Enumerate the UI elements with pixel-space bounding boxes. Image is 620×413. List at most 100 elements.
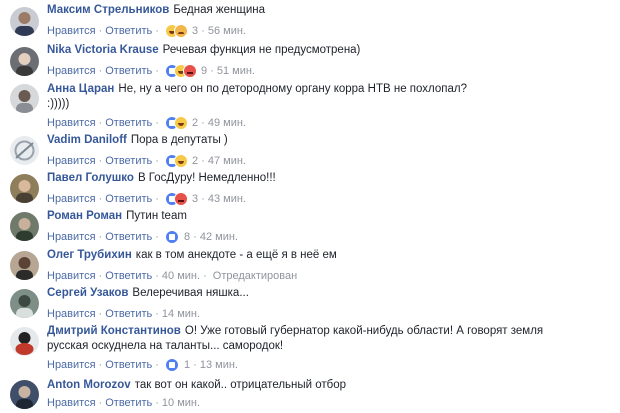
like-link[interactable]: Нравится [47, 117, 96, 129]
reply-link[interactable]: Ответить [105, 308, 152, 320]
comment-actions: Нравится · Ответить · 3 · 56 мин. [47, 24, 246, 38]
comment-time[interactable]: 40 мин. [162, 270, 200, 282]
comment-actions: Нравится · Ответить · 40 мин. · Отредактирова… [47, 270, 298, 282]
comment-actions: Нравится · Ответить · 9 · 51 мин. [47, 64, 255, 78]
reply-link[interactable]: Ответить [105, 397, 152, 409]
comment-text-line: Сергей Узаков Велеречивая няшка... [47, 286, 612, 301]
comment-text: Путин team [126, 210, 187, 222]
angry-reaction-icon [173, 192, 188, 206]
like-link[interactable]: Нравится [47, 193, 96, 205]
comment-text-line: Дмитрий Константинов О! Уже готовый губер… [47, 324, 567, 354]
comment-text-line: Анна Царан Не, ну а чего он по детородном… [47, 82, 612, 97]
reactions-summary[interactable] [164, 64, 197, 78]
comment-time[interactable]: 10 мин. [162, 397, 200, 409]
avatar[interactable] [10, 136, 39, 165]
reactions-summary[interactable] [164, 230, 179, 244]
reaction-count: 1 [184, 359, 191, 371]
comment-actions: Нравится · Ответить · 3 · 43 мин. [47, 192, 246, 206]
comment-text-line: Vadim Daniloff Пора в депутаты ) [47, 133, 612, 148]
comment-text: Велеречивая няшка... [132, 287, 249, 299]
comment-actions: Нравится · Ответить · 2 · 47 мин. [47, 154, 246, 168]
comment-author[interactable]: Сергей Узаков [47, 287, 128, 299]
reply-link[interactable]: Ответить [105, 270, 152, 282]
comment-text-line: Максим Стрельников Бедная женщина [47, 3, 612, 18]
reaction-count: 2 [192, 155, 199, 167]
comment-actions: Нравится · Ответить · 10 мин. [47, 397, 201, 409]
comment-text-line: Anton Morozov так вот он какой.. отрицате… [47, 378, 612, 393]
comment-actions: Нравится · Ответить · 8 · 42 мин. [47, 230, 238, 244]
avatar[interactable] [10, 174, 39, 203]
comment-text: Пора в депутаты ) [130, 134, 228, 146]
reactions-summary[interactable] [164, 24, 188, 38]
reaction-count: 8 [184, 231, 191, 243]
reaction-count: 3 [192, 25, 199, 37]
reply-link[interactable]: Ответить [105, 359, 152, 371]
comment-time[interactable]: 43 мин. [208, 193, 246, 205]
comment-author[interactable]: Максим Стрельников [47, 4, 169, 16]
reaction-count: 3 [192, 193, 199, 205]
comment-author[interactable]: Anton Morozov [47, 379, 131, 391]
edited-label[interactable]: Отредактирован [213, 270, 297, 282]
comment-time[interactable]: 56 мин. [208, 25, 246, 37]
comment-time[interactable]: 14 мин. [162, 308, 200, 320]
comment-author[interactable]: Павел Голушко [47, 172, 134, 184]
comment-text: Речевая функция не предусмотрена) [162, 44, 361, 56]
comment-author[interactable]: Vadim Daniloff [47, 134, 127, 146]
haha-reaction-icon [173, 116, 188, 130]
avatar[interactable] [10, 380, 39, 409]
comment-actions: Нравится · Ответить · 1 · 13 мин. [47, 358, 238, 372]
comment-author[interactable]: Nika Victoria Krause [47, 44, 159, 56]
comment-author[interactable]: Олег Трубихин [47, 249, 132, 261]
like-link[interactable]: Нравится [47, 270, 96, 282]
comment-actions: Нравится · Ответить · 14 мин. [47, 308, 201, 320]
avatar[interactable] [10, 289, 39, 318]
reactions-summary[interactable] [164, 192, 188, 206]
avatar[interactable] [10, 212, 39, 241]
avatar[interactable] [10, 47, 39, 76]
reply-link[interactable]: Ответить [105, 193, 152, 205]
reply-link[interactable]: Ответить [105, 231, 152, 243]
comment-actions: Нравится · Ответить · 2 · 49 мин. [47, 116, 246, 130]
reactions-summary[interactable] [164, 116, 188, 130]
sad-reaction-icon [173, 24, 188, 38]
avatar[interactable] [10, 7, 39, 36]
haha-reaction-icon [173, 154, 188, 168]
avatar[interactable] [10, 327, 39, 356]
comment-time[interactable]: 51 мин. [217, 65, 255, 77]
comment-text-line: Роман Роман Путин team [47, 209, 612, 224]
comment-text-line: Олег Трубихин как в том анекдоте - а ещё … [47, 248, 612, 263]
like-reaction-icon [164, 358, 179, 372]
comment-text-line: Павел Голушко В ГосДуру! Немедленно!!! [47, 171, 612, 186]
like-link[interactable]: Нравится [47, 231, 96, 243]
reaction-count: 2 [192, 117, 199, 129]
comment-text: Не, ну а чего он по детородному органу к… [118, 83, 467, 95]
comment-text-continued: :))))) [47, 98, 70, 110]
angry-reaction-icon [182, 64, 197, 78]
reply-link[interactable]: Ответить [105, 65, 152, 77]
reactions-summary[interactable] [164, 358, 179, 372]
like-link[interactable]: Нравится [47, 397, 96, 409]
reply-link[interactable]: Ответить [105, 117, 152, 129]
comment-text: так вот он какой.. отрицательный отбор [134, 379, 347, 391]
like-link[interactable]: Нравится [47, 65, 96, 77]
comment-text-line: Nika Victoria Krause Речевая функция не п… [47, 43, 612, 58]
comment-time[interactable]: 13 мин. [200, 359, 238, 371]
comment-time[interactable]: 42 мин. [200, 231, 238, 243]
like-link[interactable]: Нравится [47, 308, 96, 320]
reply-link[interactable]: Ответить [105, 25, 152, 37]
comment-author[interactable]: Роман Роман [47, 210, 122, 222]
comment-time[interactable]: 47 мин. [208, 155, 246, 167]
comment-author[interactable]: Дмитрий Константинов [47, 325, 181, 337]
reactions-summary[interactable] [164, 154, 188, 168]
comment-text: как в том анекдоте - а ещё я в неё ем [135, 249, 337, 261]
comment-text: Бедная женщина [173, 4, 265, 16]
comment-time[interactable]: 49 мин. [208, 117, 246, 129]
reaction-count: 9 [201, 65, 208, 77]
reply-link[interactable]: Ответить [105, 155, 152, 167]
comment-author[interactable]: Анна Царан [47, 83, 114, 95]
avatar[interactable] [10, 251, 39, 280]
avatar[interactable] [10, 84, 39, 113]
like-link[interactable]: Нравится [47, 25, 96, 37]
like-link[interactable]: Нравится [47, 155, 96, 167]
like-link[interactable]: Нравится [47, 359, 96, 371]
